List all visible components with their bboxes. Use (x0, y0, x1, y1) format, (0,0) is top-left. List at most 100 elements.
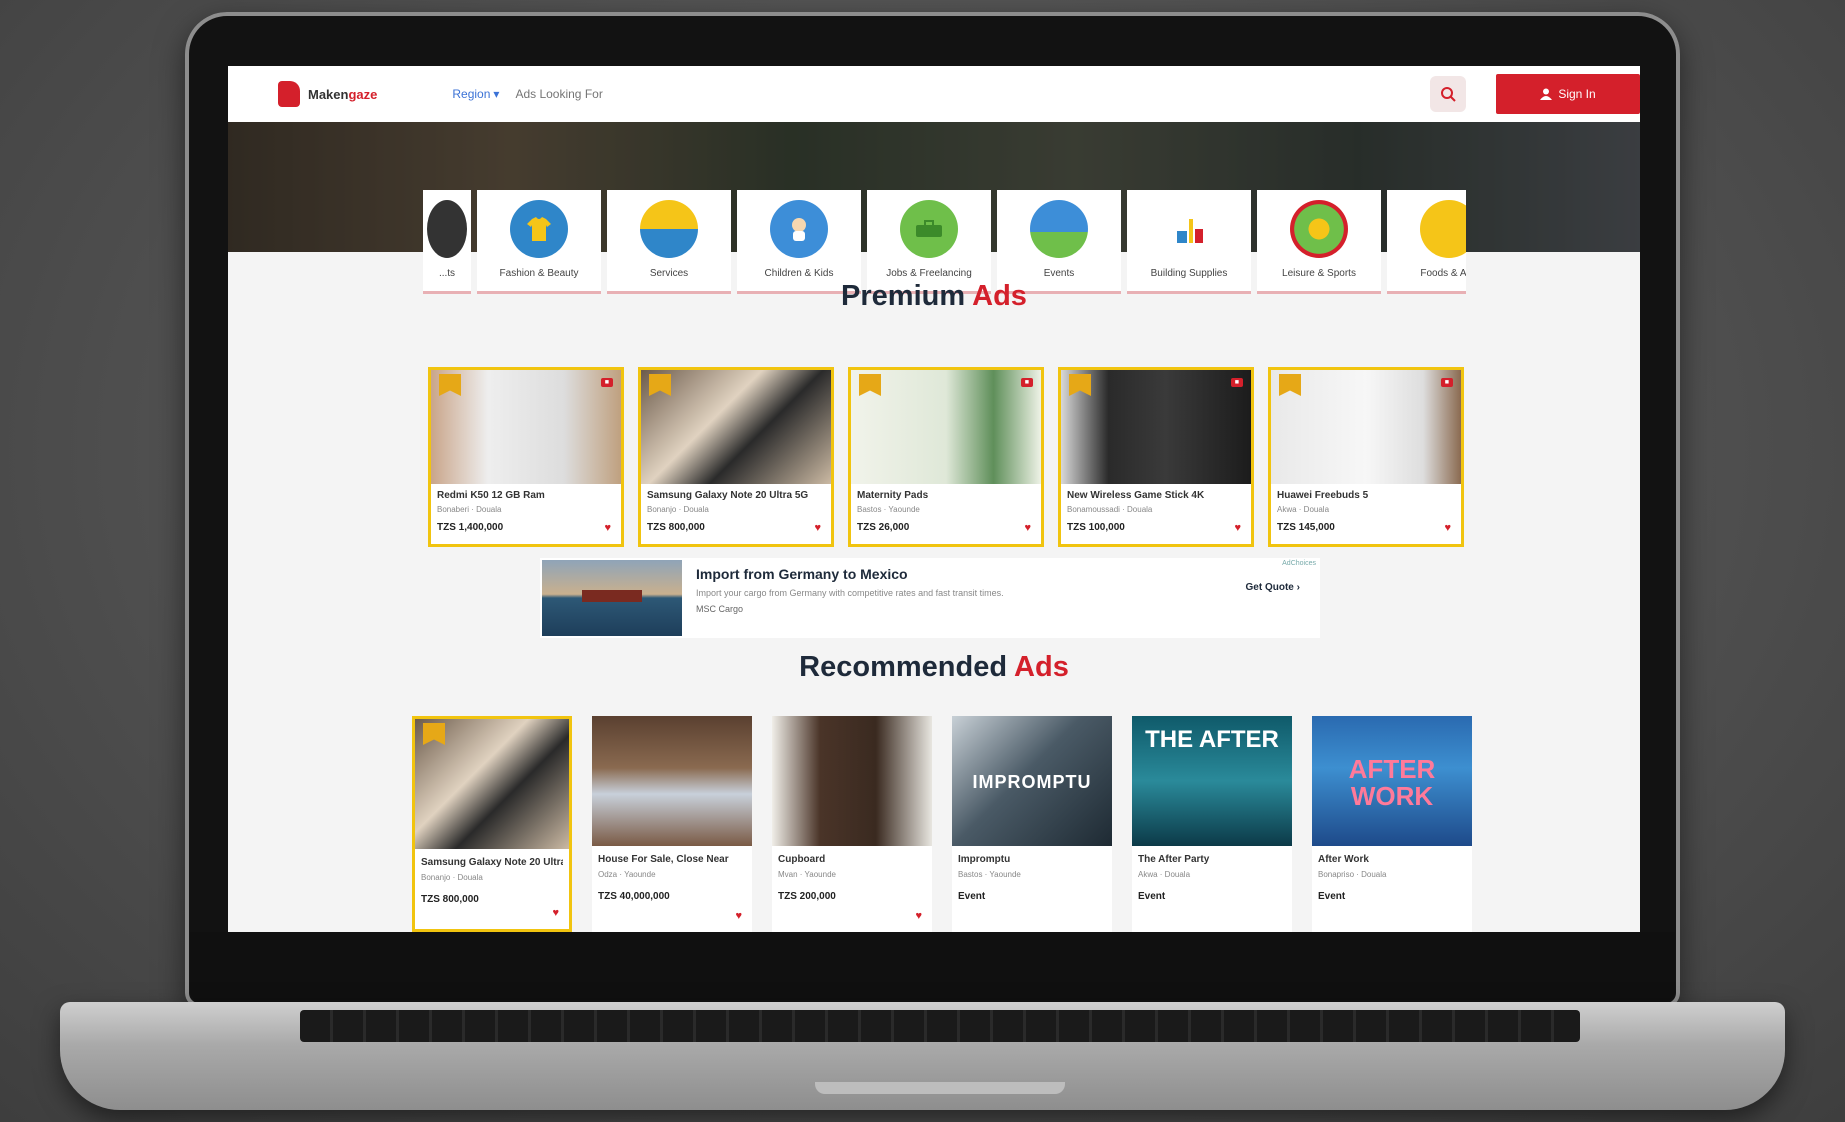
ad-image (592, 716, 752, 846)
ad-location: Akwa · Douala (1138, 870, 1191, 879)
recommended-ad-card[interactable]: THE AFTER The After Party Akwa · Douala … (1132, 716, 1292, 932)
favorite-icon[interactable]: ♥ (915, 910, 922, 922)
ad-image: ■ (1061, 370, 1251, 484)
premium-ads-title: Premium Ads (228, 280, 1640, 313)
banner-cta-button[interactable]: Get Quote › (1246, 582, 1300, 593)
hot-badge: ■ (1230, 378, 1243, 387)
ad-location: Mvan · Yaounde (778, 870, 836, 879)
laptop-lip (815, 1082, 1065, 1094)
banner-brand: MSC Cargo (696, 604, 744, 614)
ad-title: Cupboard (778, 854, 826, 865)
favorite-icon[interactable]: ♥ (552, 907, 559, 919)
category-card[interactable]: Building Supplies (1127, 190, 1251, 294)
signin-button[interactable]: Sign In (1496, 74, 1640, 114)
favorite-icon[interactable]: ♥ (735, 910, 742, 922)
recommended-ad-card[interactable]: Samsung Galaxy Note 20 Ultra Bonanjo · D… (412, 716, 572, 932)
site-logo[interactable]: Makengaze (278, 81, 377, 107)
ad-image: AFTER WORK (1312, 716, 1472, 846)
ad-price: TZS 1,400,000 (437, 522, 504, 533)
favorite-icon[interactable]: ♥ (814, 522, 821, 534)
sponsored-banner[interactable]: Import from Germany to Mexico Import you… (540, 558, 1320, 638)
category-card[interactable]: ...ts (423, 190, 471, 294)
ad-image: ■ (431, 370, 621, 484)
premium-ad-card[interactable]: ■ Maternity Pads Bastos · Yaounde TZS 26… (848, 367, 1044, 547)
category-label: Fashion & Beauty (499, 268, 579, 279)
search-icon (1441, 87, 1456, 102)
recommended-ad-card[interactable]: House For Sale, Close Near Odza · Yaound… (592, 716, 752, 932)
baby-icon (770, 200, 828, 258)
favorite-icon[interactable]: ♥ (1444, 522, 1451, 534)
sports-icon (1290, 200, 1348, 258)
food-icon (1420, 200, 1466, 258)
region-selector[interactable]: Region ▾ (452, 87, 499, 101)
premium-ad-card[interactable]: ■ Huawei Freebuds 5 Akwa · Douala TZS 14… (1268, 367, 1464, 547)
logo-text-part2: gaze (348, 86, 378, 102)
region-label: Region (452, 87, 491, 101)
search-button[interactable] (1430, 76, 1466, 112)
ad-location: Bonaberi · Douala (437, 505, 502, 514)
ad-title: Huawei Freebuds 5 (1277, 490, 1369, 501)
favorite-icon[interactable]: ♥ (1024, 522, 1031, 534)
premium-badge-icon (1279, 374, 1301, 396)
banner-image (542, 560, 682, 636)
logo-icon (278, 81, 300, 107)
recommended-ad-card[interactable]: Cupboard Mvan · Yaounde TZS 200,000 ♥ (772, 716, 932, 932)
premium-title-part1: Premium (841, 280, 966, 312)
ad-location: Bonamoussadi · Douala (1067, 505, 1153, 514)
category-card[interactable]: Foods & Agri (1387, 190, 1466, 294)
top-navbar: Makengaze Region ▾ Sign In (228, 66, 1640, 122)
premium-ads-row: ■ Redmi K50 12 GB Ram Bonaberi · Douala … (428, 367, 1464, 547)
category-label: Foods & Agri (1420, 268, 1466, 279)
favorite-icon[interactable]: ♥ (1234, 522, 1241, 534)
search-input[interactable] (513, 86, 1318, 102)
premium-ad-card[interactable]: Samsung Galaxy Note 20 Ultra 5G Bonanjo … (638, 367, 834, 547)
banner-content: Import from Germany to Mexico Import you… (684, 558, 1320, 638)
recommended-ad-card[interactable]: AFTER WORK After Work Bonapriso · Douala… (1312, 716, 1472, 932)
partial-category-icon (427, 200, 467, 258)
ad-image (772, 716, 932, 846)
ad-title: Samsung Galaxy Note 20 Ultra 5G (647, 490, 809, 501)
category-card[interactable]: Events (997, 190, 1121, 294)
ad-location: Bonanjo · Douala (421, 873, 483, 882)
category-card[interactable]: Leisure & Sports (1257, 190, 1381, 294)
events-icon (1030, 200, 1088, 258)
ad-location: Bonanjo · Douala (647, 505, 709, 514)
event-poster-text: IMPROMPTU (972, 772, 1092, 792)
ad-image: ■ (851, 370, 1041, 484)
ad-title: Redmi K50 12 GB Ram (437, 490, 545, 501)
ad-image: IMPROMPTU (952, 716, 1112, 846)
category-label: Events (1043, 268, 1075, 279)
recommended-title-part2: Ads (1014, 651, 1069, 683)
hot-badge: ■ (1440, 378, 1453, 387)
category-card[interactable]: Fashion & Beauty (477, 190, 601, 294)
chevron-right-icon: › (1296, 582, 1300, 593)
laptop-keyboard (300, 1010, 1580, 1042)
category-card[interactable]: Children & Kids (737, 190, 861, 294)
premium-badge-icon (1069, 374, 1091, 396)
ad-price: TZS 200,000 (778, 891, 836, 902)
hot-badge: ■ (600, 378, 613, 387)
category-label: Jobs & Freelancing (886, 268, 972, 279)
category-label: ...ts (438, 268, 456, 279)
ad-image (641, 370, 831, 484)
services-icon (640, 200, 698, 258)
category-card[interactable]: Jobs & Freelancing (867, 190, 991, 294)
category-card[interactable]: Services (607, 190, 731, 294)
premium-ad-card[interactable]: ■ New Wireless Game Stick 4K Bonamoussad… (1058, 367, 1254, 547)
ad-image: ■ (1271, 370, 1461, 484)
ad-price: Event (1138, 891, 1166, 902)
adchoices-label[interactable]: AdChoices (1282, 560, 1316, 567)
logo-text: Makengaze (308, 87, 377, 102)
laptop-bezel (190, 932, 1675, 1002)
premium-ad-card[interactable]: ■ Redmi K50 12 GB Ram Bonaberi · Douala … (428, 367, 624, 547)
recommended-ad-card[interactable]: IMPROMPTU Impromptu Bastos · Yaounde Eve… (952, 716, 1112, 932)
ad-title: New Wireless Game Stick 4K (1067, 490, 1205, 501)
favorite-icon[interactable]: ♥ (604, 522, 611, 534)
ad-price: TZS 145,000 (1277, 522, 1335, 533)
banner-description: Import your cargo from Germany with comp… (696, 588, 1004, 598)
ad-image (415, 719, 569, 849)
ad-price: TZS 800,000 (421, 894, 479, 905)
ad-price: TZS 800,000 (647, 522, 705, 533)
ad-location: Bastos · Yaounde (958, 870, 1021, 879)
ad-location: Bastos · Yaounde (857, 505, 920, 514)
